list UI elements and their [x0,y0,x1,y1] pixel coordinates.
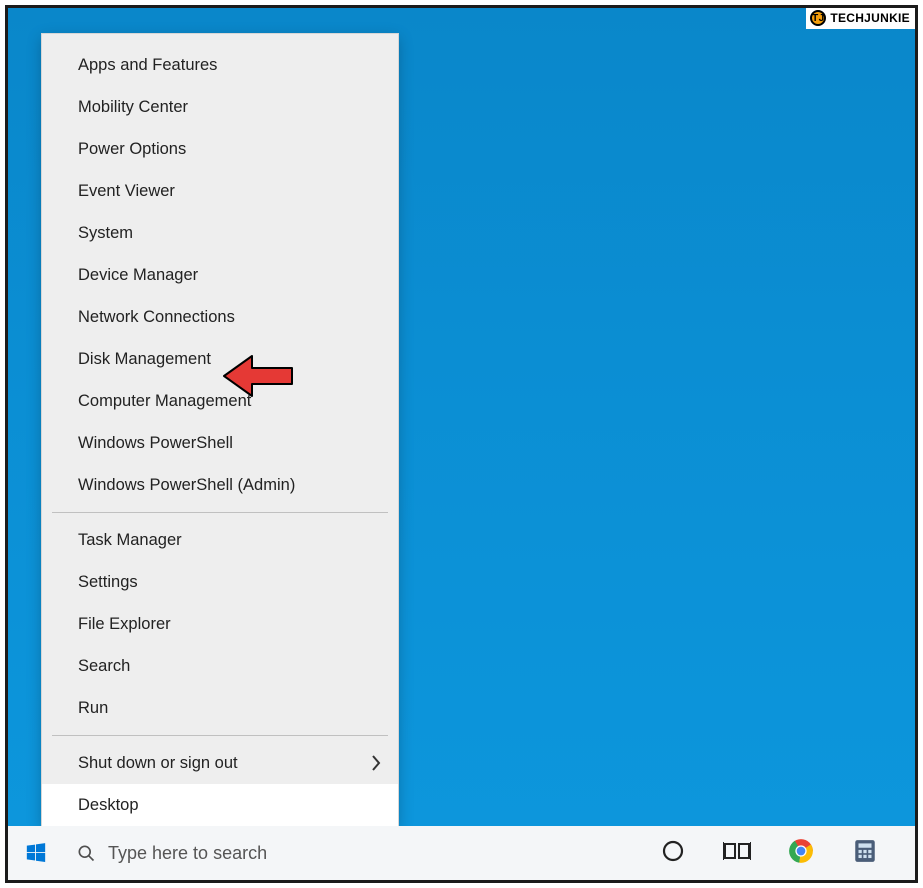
menu-separator [52,512,388,513]
menu-item-label: Power Options [78,138,186,160]
chevron-right-icon [370,754,382,772]
watermark-icon: TJ [810,10,826,26]
taskbar-app-chrome[interactable] [781,833,821,873]
winx-context-menu: Apps and Features Mobility Center Power Op… [42,34,398,826]
watermark-text: TECHJUNKIE [830,11,910,25]
menu-item-file-explorer[interactable]: File Explorer [42,603,398,645]
cortana-icon [661,839,685,868]
menu-item-device-manager[interactable]: Device Manager [42,254,398,296]
calculator-icon [852,838,878,869]
menu-item-label: File Explorer [78,613,171,635]
menu-item-label: Computer Management [78,390,251,412]
menu-item-event-viewer[interactable]: Event Viewer [42,170,398,212]
menu-separator [52,735,388,736]
menu-item-label: Shut down or sign out [78,752,238,774]
menu-item-label: Disk Management [78,348,211,370]
menu-item-run[interactable]: Run [42,687,398,729]
menu-item-mobility-center[interactable]: Mobility Center [42,86,398,128]
task-view-icon [723,839,751,868]
menu-item-label: Event Viewer [78,180,175,202]
search-icon [76,843,96,863]
menu-item-label: Settings [78,571,138,593]
taskbar-pinned-apps [653,833,915,873]
search-placeholder: Type here to search [108,843,267,864]
taskbar-app-task-view[interactable] [717,833,757,873]
menu-item-computer-management[interactable]: Computer Management [42,380,398,422]
menu-item-label: Network Connections [78,306,235,328]
menu-item-label: Mobility Center [78,96,188,118]
menu-item-label: Task Manager [78,529,182,551]
menu-item-settings[interactable]: Settings [42,561,398,603]
menu-item-disk-management[interactable]: Disk Management [42,338,398,380]
windows-logo-icon [25,842,47,864]
menu-item-windows-powershell-admin[interactable]: Windows PowerShell (Admin) [42,464,398,506]
menu-item-label: Apps and Features [78,54,217,76]
menu-item-system[interactable]: System [42,212,398,254]
menu-item-label: Run [78,697,108,719]
menu-item-search[interactable]: Search [42,645,398,687]
menu-item-label: Windows PowerShell (Admin) [78,474,295,496]
menu-item-label: System [78,222,133,244]
menu-item-label: Windows PowerShell [78,432,233,454]
menu-item-apps-and-features[interactable]: Apps and Features [42,44,398,86]
taskbar-search[interactable]: Type here to search [64,833,484,873]
watermark: TJ TECHJUNKIE [806,7,916,29]
menu-item-label: Search [78,655,130,677]
menu-item-shut-down-or-sign-out[interactable]: Shut down or sign out [42,742,398,784]
menu-item-desktop[interactable]: Desktop [42,784,398,826]
menu-item-power-options[interactable]: Power Options [42,128,398,170]
taskbar-app-calculator[interactable] [845,833,885,873]
screenshot-frame: TJ TECHJUNKIE Apps and Features Mobility … [5,5,918,883]
menu-item-task-manager[interactable]: Task Manager [42,519,398,561]
taskbar-app-cortana[interactable] [653,833,693,873]
menu-item-label: Device Manager [78,264,198,286]
menu-item-windows-powershell[interactable]: Windows PowerShell [42,422,398,464]
start-button[interactable] [8,826,64,880]
menu-item-network-connections[interactable]: Network Connections [42,296,398,338]
chrome-icon [788,838,814,869]
taskbar: Type here to search [8,826,915,880]
menu-item-label: Desktop [78,794,139,816]
